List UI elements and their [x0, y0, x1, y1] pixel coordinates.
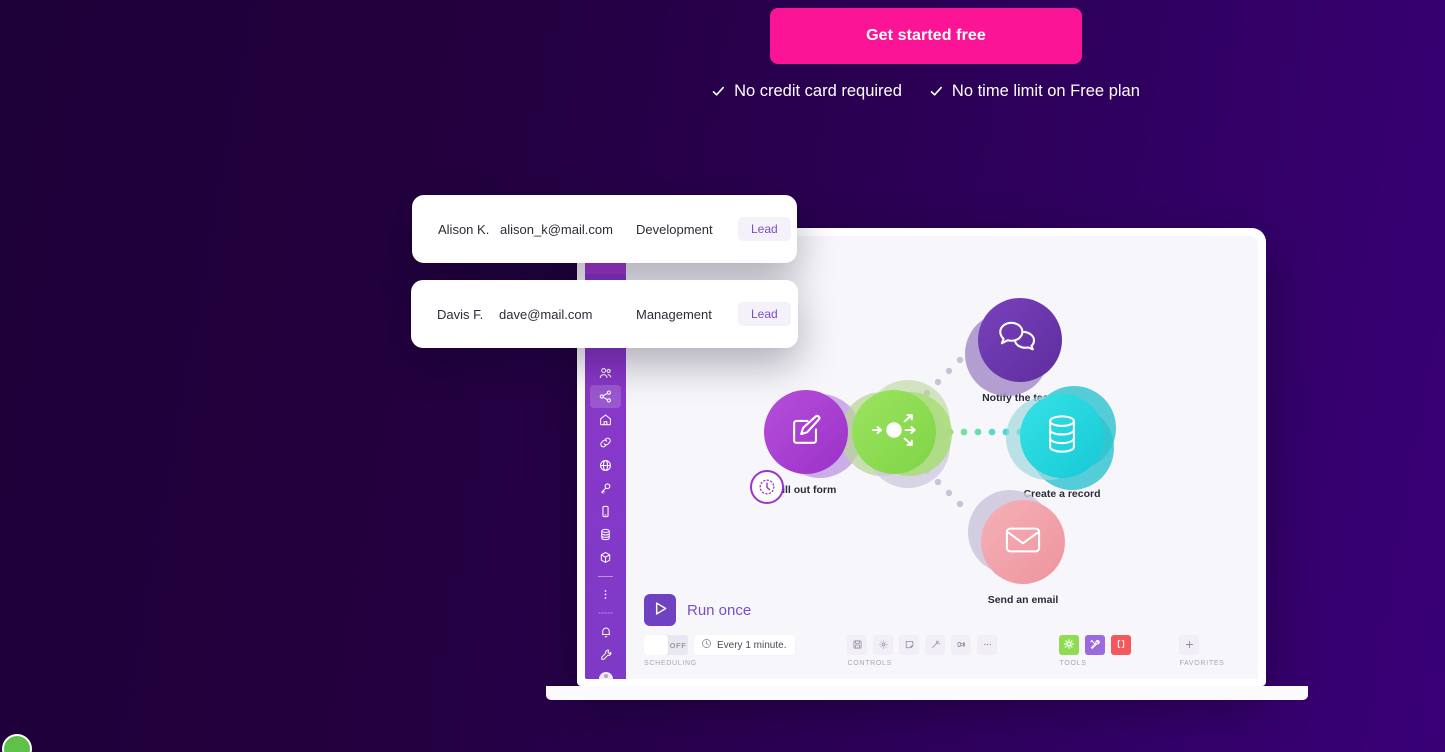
sidebar-item-home[interactable] [585, 408, 626, 431]
clock-icon [750, 470, 784, 504]
contact-name: Alison K. [438, 221, 490, 237]
benefit-no-credit-card: No credit card required [712, 82, 902, 101]
flow-node-notify-team[interactable]: Notify the team [965, 298, 1062, 404]
clock-icon [701, 638, 712, 652]
database-stack-icon [1042, 412, 1082, 461]
flow-node-create-record[interactable]: Create a record [1006, 386, 1116, 500]
contact-name: Davis F. [437, 306, 484, 322]
save-icon [852, 638, 863, 653]
add-favorite-button[interactable] [1179, 635, 1200, 655]
toggle-state-label: OFF [669, 640, 687, 650]
hero-cta-block: Get started free No credit card required… [712, 0, 1140, 100]
scheduling-interval-text: Every 1 minute. [717, 639, 787, 651]
controls-group-label: CONTROLS [847, 660, 892, 667]
run-once-row: Run once [644, 594, 1242, 626]
sidebar-item-users[interactable] [585, 362, 626, 385]
chat-launcher-button[interactable] [2, 734, 32, 752]
wrench-icon [1089, 638, 1101, 653]
control-flow-control[interactable] [951, 635, 972, 655]
run-once-button[interactable] [644, 594, 676, 626]
contact-card[interactable]: Alison K. alison_k@mail.com Development … [412, 195, 797, 263]
sidebar-item-mobile[interactable] [585, 500, 626, 523]
scheduling-group-label: SCHEDULING [644, 660, 697, 667]
brackets-icon [1115, 638, 1127, 653]
contact-role-badge: Lead [738, 217, 791, 241]
sidebar-item-packages[interactable] [585, 546, 626, 569]
envelope-icon [1002, 522, 1044, 563]
tools-group-label: TOOLS [1059, 660, 1087, 667]
sidebar-item-more[interactable] [585, 583, 626, 606]
favorites-group: FAVORITES [1179, 635, 1224, 667]
contact-department: Management [636, 306, 712, 322]
sidebar-item-links[interactable] [585, 431, 626, 454]
control-note[interactable] [899, 635, 920, 655]
contact-department: Development [636, 221, 713, 237]
benefit-no-time-limit: No time limit on Free plan [930, 82, 1140, 101]
chat-bubbles-icon [998, 318, 1042, 363]
control-settings[interactable] [873, 635, 894, 655]
benefit-label: No credit card required [734, 82, 902, 100]
flow-node-router[interactable] [840, 380, 952, 488]
control-save[interactable] [847, 635, 868, 655]
flow-bottom-bar: Run once OFF Every 1 minute. SCHEDULING … [626, 584, 1258, 679]
tool-utility[interactable] [1085, 635, 1106, 655]
controls-group: CONTROLS [847, 635, 998, 667]
controls-row: OFF Every 1 minute. SCHEDULING CONTROLS … [644, 635, 1242, 667]
contact-role-badge: Lead [738, 302, 791, 326]
benefit-label: No time limit on Free plan [951, 82, 1140, 100]
sidebar-dotted-divider [598, 612, 613, 614]
get-started-free-button[interactable]: Get started free [770, 8, 1082, 64]
note-icon [904, 638, 915, 653]
run-once-label: Run once [687, 601, 752, 619]
sidebar-item-database[interactable] [585, 523, 626, 546]
edit-form-icon [787, 411, 825, 454]
check-icon [930, 85, 943, 98]
tools-group: TOOLS [1059, 635, 1132, 667]
router-arrows-icon [865, 404, 923, 461]
check-icon [712, 85, 725, 98]
scheduling-toggle[interactable]: OFF [644, 635, 688, 655]
flow-icon [956, 638, 967, 653]
scheduling-interval-field[interactable]: Every 1 minute. [694, 635, 796, 655]
play-icon [652, 600, 669, 620]
sidebar-item-keys[interactable] [585, 477, 626, 500]
favorites-group-label: FAVORITES [1179, 660, 1225, 667]
contact-email: dave@mail.com [499, 306, 593, 322]
magic-wand-icon [930, 638, 941, 653]
ellipsis-icon [982, 638, 993, 653]
flow-node-fill-out-form[interactable]: Fill out form [750, 390, 862, 504]
sidebar-item-tools[interactable] [585, 643, 626, 666]
tool-tools[interactable] [1059, 635, 1080, 655]
laptop-base [546, 686, 1308, 700]
gear-icon [878, 638, 889, 653]
tool-code[interactable] [1111, 635, 1132, 655]
sidebar-divider [598, 576, 613, 577]
cta-benefits-row: No credit card required No time limit on… [705, 82, 1147, 101]
scheduling-group: OFF Every 1 minute. SCHEDULING [644, 635, 796, 667]
sidebar-item-share[interactable] [585, 385, 626, 408]
toggle-knob [644, 635, 668, 655]
contact-card[interactable]: Davis F. dave@mail.com Management Lead [411, 280, 798, 348]
control-autoalign[interactable] [925, 635, 946, 655]
plus-icon [1184, 638, 1195, 653]
control-more[interactable] [977, 635, 998, 655]
sidebar-item-web[interactable] [585, 454, 626, 477]
gear-icon [1063, 638, 1075, 653]
contact-email: alison_k@mail.com [500, 221, 613, 237]
sidebar-item-notifications[interactable] [585, 620, 626, 643]
user-avatar[interactable] [585, 666, 626, 679]
